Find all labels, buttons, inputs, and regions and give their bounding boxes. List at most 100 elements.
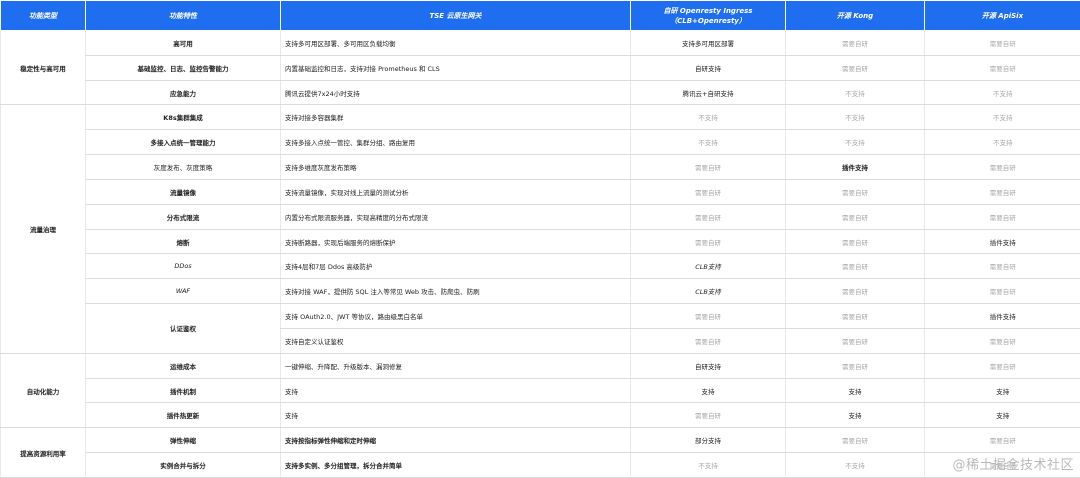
tse-cell: 支持对接多容器集群	[280, 104, 631, 131]
apisix-cell: 需要自研	[924, 328, 1080, 354]
tse-cell: 支持流量镜像，实现对线上流量的测试分析	[280, 179, 631, 205]
openresty-cell: 部分支持	[630, 427, 786, 454]
apisix-cell: 不支持	[924, 80, 1080, 106]
category-cell: 提高资源利用率	[0, 427, 86, 478]
kong-cell: 需要自研	[785, 229, 925, 255]
header-kong: 开源 Kong	[785, 0, 925, 31]
header-openresty: 自研 Openresty Ingress （CLB+Openresty）	[630, 0, 786, 31]
table-row: 提高资源利用率 弹性伸缩 支持按指标弹性伸缩和定时伸缩 部分支持 需要自研 需要…	[0, 427, 1080, 478]
kong-cell: 不支持	[785, 129, 925, 156]
kong-cell: 需要自研	[785, 353, 925, 379]
openresty-cell: 需要自研	[630, 303, 786, 329]
openresty-cell: 需要自研	[630, 154, 786, 180]
openresty-cell: 不支持	[630, 129, 786, 156]
tse-cell: 支持多可用区部署、多可用区负载均衡	[280, 30, 631, 56]
openresty-cell: 需要自研	[630, 229, 786, 255]
table-row: 插件机制 支持 支持 支持 支持	[1, 378, 1080, 404]
table-row: 流量治理 K8s集群集成 支持对接多容器集群 不支持 不支持 不支持	[0, 104, 1080, 354]
kong-cell: 插件支持	[785, 154, 925, 180]
tse-cell: 支持自定义认证鉴权	[280, 328, 631, 354]
tse-cell: 腾讯云提供7x24小时支持	[280, 80, 631, 106]
openresty-cell: 支持	[630, 378, 786, 404]
apisix-cell: 插件支持	[924, 303, 1080, 329]
feature-cell: 插件机制	[85, 378, 281, 404]
openresty-cell: 支持多可用区部署	[630, 30, 786, 56]
table-row: 认证鉴权 支持 OAuth2.0、JWT 等协议，路由级黑白名单 需要自研 需要…	[1, 303, 1080, 354]
table-row: 应急能力 腾讯云提供7x24小时支持 腾讯云+自研支持 不支持 不支持	[1, 80, 1080, 106]
tse-cell: 支持多实例、多分组管理，拆分合并简单	[280, 452, 631, 478]
table-row: 基础监控、日志、监控告警能力 内置基础监控和日志，支持对接 Prometheus…	[1, 55, 1080, 81]
kong-cell: 需要自研	[785, 179, 925, 205]
openresty-cell: CLB支持	[630, 278, 786, 305]
openresty-cell: 自研支持	[630, 55, 786, 81]
table-row: 多接入点统一管理能力 支持多接入点统一管控、集群分组、路由复用 不支持 不支持 …	[1, 129, 1080, 156]
feature-cell: 弹性伸缩	[85, 427, 281, 454]
apisix-cell: 需要自研	[924, 353, 1080, 379]
comparison-page: 功能类型 功能特性 TSE 云原生网关 自研 Openresty Ingress…	[0, 0, 1080, 478]
feature-cell: 多接入点统一管理能力	[85, 129, 281, 156]
header-tse: TSE 云原生网关	[280, 0, 631, 31]
tse-cell: 支持多接入点统一管控、集群分组、路由复用	[280, 129, 631, 156]
openresty-cell: 自研支持	[630, 353, 786, 379]
kong-cell: 需要自研	[785, 30, 925, 56]
apisix-cell: 需要自研	[924, 427, 1080, 454]
feature-cell: 高可用	[85, 30, 281, 56]
table-row: 稳定性与高可用 高可用 支持多可用区部署、多可用区负载均衡 支持多可用区部署 需…	[0, 30, 1080, 106]
table-row: DDos 支持4层和7层 Ddos 高级防护 CLB支持 需要自研 需要自研	[1, 253, 1080, 280]
table-row: 熔断 支持断路器，实现后端服务的熔断保护 需要自研 需要自研 插件支持	[1, 229, 1080, 255]
header-row: 功能类型 功能特性 TSE 云原生网关 自研 Openresty Ingress…	[0, 0, 1080, 31]
feature-cell: 熔断	[85, 229, 281, 255]
gateway-comparison-table: 功能类型 功能特性 TSE 云原生网关 自研 Openresty Ingress…	[0, 0, 1080, 478]
apisix-cell: 需要自研	[924, 30, 1080, 56]
tse-cell: 支持4层和7层 Ddos 高级防护	[280, 253, 631, 280]
tse-cell: 支持对接 WAF，提供防 SQL 注入等常见 Web 攻击、防爬虫、防刷	[280, 278, 631, 305]
kong-cell: 需要自研	[785, 55, 925, 81]
table-row: 自动化能力 运维成本 一键伸缩、升降配、升级版本、漏洞修复 自研支持 需要自研 …	[0, 353, 1080, 429]
tse-cell: 支持按指标弹性伸缩和定时伸缩	[280, 427, 631, 454]
kong-cell: 支持	[785, 402, 925, 429]
openresty-cell: CLB支持	[630, 253, 786, 280]
apisix-cell: 需要自研	[924, 204, 1080, 230]
apisix-cell: 需要自研	[924, 55, 1080, 81]
feature-cell: 流量镜像	[85, 179, 281, 205]
apisix-cell: 需要自研	[924, 154, 1080, 180]
kong-cell: 不支持	[785, 104, 925, 131]
kong-cell: 需要自研	[785, 427, 925, 454]
category-cell: 稳定性与高可用	[0, 30, 86, 106]
openresty-cell: 腾讯云+自研支持	[630, 80, 786, 106]
apisix-cell: 支持	[924, 402, 1080, 429]
apisix-cell: 需要自研	[924, 253, 1080, 280]
feature-cell: 认证鉴权	[85, 303, 281, 354]
kong-cell: 需要自研	[785, 328, 925, 354]
category-cell: 流量治理	[0, 104, 86, 354]
openresty-cell: 需要自研	[630, 204, 786, 230]
table-row: WAF 支持对接 WAF，提供防 SQL 注入等常见 Web 攻击、防爬虫、防刷…	[1, 278, 1080, 305]
header-feature: 功能特性	[85, 0, 281, 31]
feature-cell: 分布式限流	[85, 204, 281, 230]
tse-cell: 内置基础监控和日志，支持对接 Prometheus 和 CLS	[280, 55, 631, 81]
feature-cell: 实例合并与拆分	[85, 452, 281, 478]
category-cell: 自动化能力	[0, 353, 86, 429]
tse-cell: 支持多维度灰度发布策略	[280, 154, 631, 180]
feature-cell: 灰度发布、灰度策略	[85, 154, 281, 180]
kong-cell: 需要自研	[785, 278, 925, 305]
feature-cell: 插件热更新	[85, 402, 281, 429]
tse-cell: 支持	[280, 378, 631, 404]
openresty-cell: 需要自研	[630, 179, 786, 205]
tse-cell: 内置分布式限流服务器，实现高精度的分布式限流	[280, 204, 631, 230]
table-row: 分布式限流 内置分布式限流服务器，实现高精度的分布式限流 需要自研 需要自研 需…	[1, 204, 1080, 230]
feature-cell: 应急能力	[85, 80, 281, 106]
apisix-cell: 需要自研	[924, 278, 1080, 305]
openresty-cell: 需要自研	[630, 328, 786, 354]
feature-cell: K8s集群集成	[85, 104, 281, 131]
apisix-cell: 不支持	[924, 129, 1080, 156]
openresty-cell: 需要自研	[630, 402, 786, 429]
tse-cell: 支持	[280, 402, 631, 429]
kong-cell: 需要自研	[785, 303, 925, 329]
header-function-type: 功能类型	[0, 0, 86, 31]
tse-cell: 一键伸缩、升降配、升级版本、漏洞修复	[280, 353, 631, 379]
apisix-cell: 支持	[924, 378, 1080, 404]
table-row: 流量镜像 支持流量镜像，实现对线上流量的测试分析 需要自研 需要自研 需要自研	[1, 179, 1080, 205]
watermark: @稀土掘金技术社区	[952, 458, 1074, 473]
table-row: 插件热更新 支持 需要自研 支持 支持	[1, 402, 1080, 429]
